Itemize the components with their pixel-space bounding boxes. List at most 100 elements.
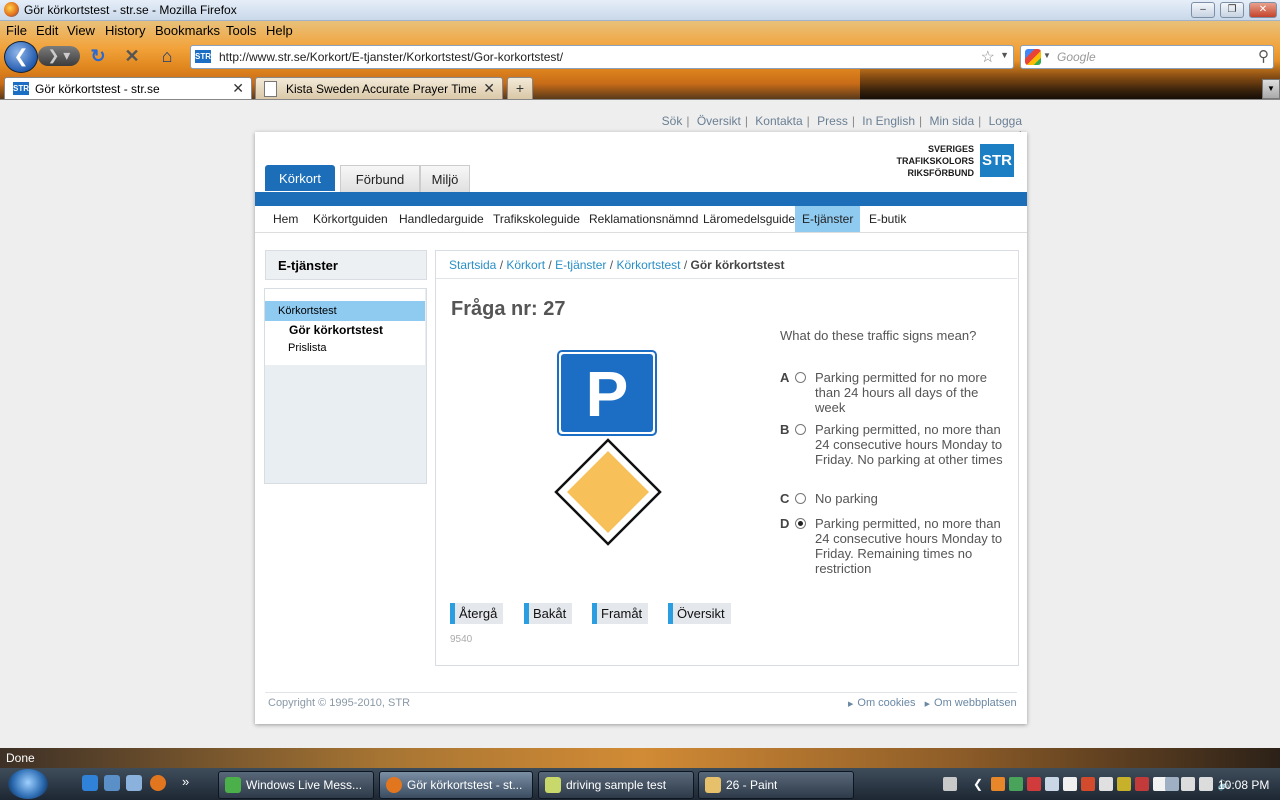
reload-button[interactable]: ↻ [88, 46, 108, 66]
back-button[interactable]: ❮ [4, 41, 38, 73]
tray-app-icon[interactable] [1099, 777, 1113, 791]
url-dropdown-icon[interactable]: ▼ [1000, 50, 1009, 60]
tab-active[interactable]: STR Gör körkortstest - str.se ✕ [4, 77, 252, 100]
link-press[interactable]: Press [817, 114, 848, 128]
home-button[interactable]: ⌂ [156, 46, 178, 66]
google-icon[interactable] [1025, 49, 1041, 65]
sidebar-item-korkortstest[interactable]: Körkortstest [265, 301, 425, 321]
footer-divider [265, 692, 1017, 693]
subnav-reklamationsnamnd[interactable]: Reklamationsnämnd [582, 206, 705, 232]
tray-app-icon[interactable] [1009, 777, 1023, 791]
subnav-hem[interactable]: Hem [266, 206, 305, 232]
search-bar[interactable]: ▼ Google ⚲ [1020, 45, 1274, 69]
network-icon[interactable] [1199, 777, 1213, 791]
ie-icon[interactable] [82, 775, 98, 791]
tray-app-icon[interactable] [1081, 777, 1095, 791]
stop-button[interactable]: ✕ [122, 46, 142, 66]
stop-icon: ✕ [124, 46, 140, 66]
close-window-button[interactable]: ✕ [1249, 2, 1277, 18]
start-button[interactable] [8, 769, 48, 799]
firefox-quicklaunch-icon[interactable] [150, 775, 166, 791]
tray-app-icon[interactable] [991, 777, 1005, 791]
subnav-e-butik[interactable]: E-butik [862, 206, 913, 232]
breadcrumb-korkort[interactable]: Körkort [506, 258, 545, 272]
taskbar-button-driving-sample-test[interactable]: driving sample test [538, 771, 694, 799]
forward-arrow-icon: ❯ ▾ [47, 47, 71, 63]
clock[interactable]: 10:08 PM [1218, 778, 1269, 792]
taskbar-button-paint[interactable]: 26 - Paint [698, 771, 854, 799]
taskbar-button-firefox[interactable]: Gör körkortstest - st... [379, 771, 533, 799]
tab-list-button[interactable]: ▼ [1262, 79, 1280, 99]
tab-close-icon[interactable]: ✕ [483, 80, 495, 97]
option-radio[interactable] [795, 424, 806, 435]
link-kontakta[interactable]: Kontakta [755, 114, 802, 128]
menu-help[interactable]: Help [266, 23, 293, 38]
option-radio[interactable] [795, 493, 806, 504]
menu-view[interactable]: View [67, 23, 95, 38]
bookmark-star-icon[interactable]: ☆ [981, 47, 995, 67]
forward-button[interactable]: ❯ ▾ [38, 46, 80, 66]
tab-close-icon[interactable]: ✕ [232, 80, 244, 97]
breadcrumb-korkortstest[interactable]: Körkortstest [616, 258, 680, 272]
link-oversikt[interactable]: Översikt [697, 114, 741, 128]
switch-windows-icon[interactable] [126, 775, 142, 791]
bakat-button[interactable]: Bakåt [524, 603, 573, 624]
maximize-button[interactable]: ❐ [1220, 2, 1244, 18]
breadcrumb-e-tjanster[interactable]: E-tjänster [555, 258, 606, 272]
show-desktop-icon[interactable] [104, 775, 120, 791]
antivirus-icon[interactable] [1027, 777, 1041, 791]
tray-app-icon[interactable] [1045, 777, 1059, 791]
subnav-laromedelsguide[interactable]: Läromedelsguide [696, 206, 802, 232]
tray-app-icon[interactable] [1135, 777, 1149, 791]
link-sok[interactable]: Sök [662, 114, 683, 128]
taskbar-button-messenger[interactable]: Windows Live Mess... [218, 771, 374, 799]
option-radio[interactable] [795, 372, 806, 383]
answer-option-a[interactable]: A Parking permitted for no more than 24 … [780, 370, 1010, 415]
answer-option-b[interactable]: B Parking permitted, no more than 24 con… [780, 422, 1010, 482]
menu-file[interactable]: File [6, 23, 27, 38]
subnav-handledarguide[interactable]: Handledarguide [392, 206, 491, 232]
option-radio-selected[interactable] [795, 518, 806, 529]
menu-edit[interactable]: Edit [36, 23, 58, 38]
tray-app-icon[interactable] [1165, 777, 1179, 791]
tab-miljo[interactable]: Miljö [420, 165, 470, 192]
menu-bookmarks[interactable]: Bookmarks [155, 23, 220, 38]
tab-prayer-times[interactable]: Kista Sweden Accurate Prayer Time... ✕ [255, 77, 503, 100]
tray-app-icon[interactable] [1117, 777, 1131, 791]
keyboard-icon[interactable] [943, 777, 957, 791]
status-text: Done [6, 751, 35, 765]
link-min-sida[interactable]: Min sida [929, 114, 974, 128]
sidebar-item-prislista[interactable]: Prislista [288, 342, 327, 354]
str-logo[interactable]: SVERIGES TRAFIKSKOLORS RIKSFÖRBUND STR [888, 143, 1016, 181]
search-engine-dropdown-icon[interactable]: ▼ [1043, 51, 1051, 60]
search-placeholder[interactable]: Google [1057, 50, 1096, 64]
document-icon [545, 777, 561, 793]
link-om-cookies[interactable]: Om cookies [857, 697, 915, 709]
tray-expand-icon[interactable]: ❮ [973, 777, 987, 791]
subnav-e-tjanster[interactable]: E-tjänster [795, 206, 861, 232]
url-bar[interactable]: STR http://www.str.se/Korkort/E-tjanster… [190, 45, 1014, 69]
tray-app-icon[interactable] [1181, 777, 1195, 791]
link-in-english[interactable]: In English [862, 114, 915, 128]
breadcrumb-startsida[interactable]: Startsida [449, 258, 496, 272]
window-title: Gör körkortstest - str.se - Mozilla Fire… [24, 3, 237, 17]
answer-option-c[interactable]: C No parking [780, 491, 1010, 507]
tab-korkort[interactable]: Körkort [265, 165, 335, 191]
new-tab-button[interactable]: + [507, 77, 533, 99]
menu-history[interactable]: History [105, 23, 145, 38]
subnav-trafikskoleguide[interactable]: Trafikskoleguide [486, 206, 587, 232]
url-text[interactable]: http://www.str.se/Korkort/E-tjanster/Kor… [219, 50, 563, 64]
link-om-webbplatsen[interactable]: Om webbplatsen [934, 697, 1017, 709]
minimize-button[interactable]: – [1191, 2, 1215, 18]
sidebar-item-gor-korkortstest[interactable]: Gör körkortstest [289, 323, 383, 337]
menu-tools[interactable]: Tools [226, 23, 256, 38]
tab-forbund[interactable]: Förbund [340, 165, 420, 192]
quicklaunch-overflow-icon[interactable]: » [182, 774, 189, 789]
framat-button[interactable]: Framåt [592, 603, 649, 624]
subnav-korkortguiden[interactable]: Körkortguiden [306, 206, 395, 232]
answer-option-d[interactable]: D Parking permitted, no more than 24 con… [780, 516, 1010, 591]
search-icon[interactable]: ⚲ [1258, 47, 1269, 65]
atergra-button[interactable]: Återgå [450, 603, 504, 624]
oversikt-button[interactable]: Översikt [668, 603, 731, 624]
tray-app-icon[interactable] [1063, 777, 1077, 791]
